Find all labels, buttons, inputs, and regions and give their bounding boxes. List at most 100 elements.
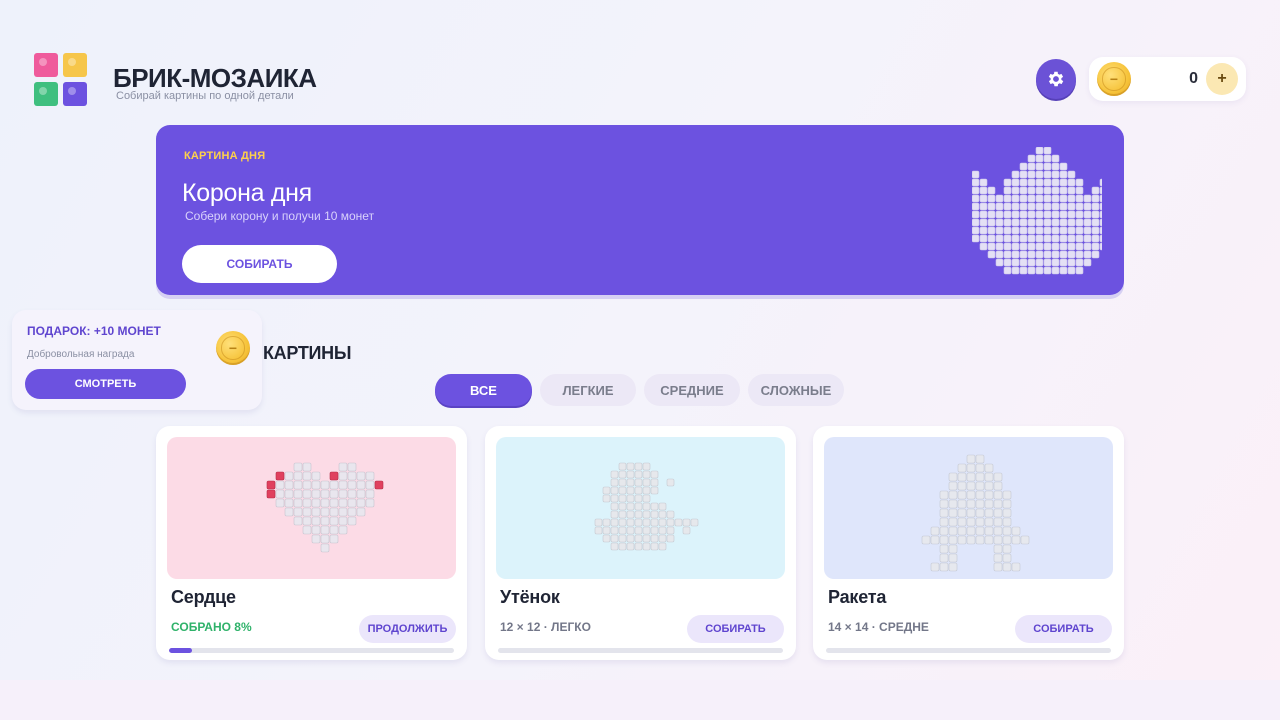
mosaic-brick (1091, 226, 1100, 235)
mosaic-brick (1051, 194, 1060, 203)
filter-easy[interactable]: ЛЕГКИЕ (540, 374, 636, 406)
mosaic-brick (618, 478, 627, 487)
mosaic-brick (987, 250, 996, 259)
card-meta: 12 × 12 · ЛЕГКО (500, 620, 591, 634)
mosaic-brick (666, 534, 675, 543)
mosaic-brick (329, 498, 339, 508)
mosaic-brick (266, 489, 276, 499)
mosaic-brick (602, 526, 611, 535)
mosaic-brick (948, 535, 958, 545)
mosaic-brick (1035, 234, 1044, 243)
mosaic-brick (1059, 162, 1068, 171)
mosaic-brick (1035, 154, 1044, 163)
mosaic-brick (1067, 178, 1076, 187)
mosaic-brick (966, 535, 976, 545)
mosaic-brick (634, 478, 643, 487)
mosaic-brick (993, 508, 1003, 518)
mosaic-brick (594, 518, 603, 527)
filter-medium[interactable]: СРЕДНИЕ (644, 374, 740, 406)
picture-card-rocket[interactable]: Ракета 14 × 14 · СРЕДНЕ СОБИРАТЬ (813, 426, 1124, 660)
mosaic-brick (1019, 186, 1028, 195)
mosaic-brick (1019, 170, 1028, 179)
mosaic-brick (948, 517, 958, 527)
mosaic-brick (1002, 526, 1012, 536)
mosaic-brick (1019, 258, 1028, 267)
mosaic-brick (979, 226, 988, 235)
mosaic-brick (1075, 218, 1084, 227)
mosaic-brick (1099, 234, 1102, 243)
picture-card-heart[interactable]: Сердце СОБРАНО 8% ПРОДОЛЖИТЬ (156, 426, 467, 660)
mosaic-brick (275, 471, 285, 481)
mosaic-brick (610, 510, 619, 519)
mosaic-brick (1051, 202, 1060, 211)
mosaic-brick (1051, 234, 1060, 243)
mosaic-brick (1035, 162, 1044, 171)
mosaic-brick (972, 210, 980, 219)
mosaic-brick (1035, 250, 1044, 259)
add-coins-button[interactable]: + (1206, 63, 1238, 95)
collect-button[interactable]: СОБИРАТЬ (1015, 615, 1112, 643)
section-title: КАРТИНЫ (263, 343, 352, 363)
mosaic-brick (979, 178, 988, 187)
mosaic-brick (1002, 535, 1012, 545)
mosaic-brick (939, 544, 949, 554)
mosaic-brick (979, 242, 988, 251)
mosaic-brick (302, 516, 312, 526)
mosaic-brick (302, 498, 312, 508)
mosaic-brick (1059, 258, 1068, 267)
mosaic-brick (1027, 218, 1036, 227)
mosaic-brick (347, 471, 357, 481)
mosaic-brick (1003, 194, 1012, 203)
continue-button[interactable]: ПРОДОЛЖИТЬ (359, 615, 456, 643)
mosaic-brick (347, 462, 357, 472)
mosaic-brick (1011, 234, 1020, 243)
footer-strip (0, 680, 1280, 720)
mosaic-brick (1075, 186, 1084, 195)
picture-card-duck[interactable]: Утёнок 12 × 12 · ЛЕГКО СОБИРАТЬ (485, 426, 796, 660)
mosaic-brick (1027, 258, 1036, 267)
mosaic-brick (634, 462, 643, 471)
mosaic-brick (1011, 186, 1020, 195)
mosaic-brick (966, 481, 976, 491)
mosaic-brick (975, 454, 985, 464)
settings-button[interactable] (1036, 59, 1076, 99)
mosaic-brick (356, 498, 366, 508)
mosaic-brick (984, 499, 994, 509)
mosaic-brick (626, 494, 635, 503)
mosaic-brick (329, 480, 339, 490)
mosaic-brick (682, 526, 691, 535)
card-preview (496, 437, 785, 579)
mosaic-brick (1059, 194, 1068, 203)
mosaic-brick (1083, 210, 1092, 219)
mosaic-brick (1035, 218, 1044, 227)
mosaic-brick (984, 526, 994, 536)
mosaic-brick (972, 202, 980, 211)
mosaic-brick (1051, 162, 1060, 171)
mosaic-brick (338, 525, 348, 535)
mosaic-brick (634, 526, 643, 535)
mosaic-brick (972, 226, 980, 235)
mosaic-brick (966, 463, 976, 473)
mosaic-brick (302, 480, 312, 490)
filter-all[interactable]: ВСЕ (435, 374, 532, 406)
mosaic-brick (984, 517, 994, 527)
mosaic-brick (618, 534, 627, 543)
mosaic-brick (957, 481, 967, 491)
mosaic-brick (993, 562, 1003, 572)
mosaic-brick (1067, 266, 1076, 275)
mosaic-brick (1035, 258, 1044, 267)
collect-button[interactable]: СОБИРАТЬ (687, 615, 784, 643)
mosaic-brick (984, 463, 994, 473)
mosaic-brick (650, 510, 659, 519)
mosaic-brick (993, 535, 1003, 545)
mosaic-brick (1067, 194, 1076, 203)
banner-collect-button[interactable]: СОБИРАТЬ (182, 245, 337, 283)
mosaic-brick (1027, 250, 1036, 259)
mosaic-brick (987, 210, 996, 219)
watch-ad-button[interactable]: СМОТРЕТЬ (25, 369, 186, 399)
mosaic-brick (302, 507, 312, 517)
filter-hard[interactable]: СЛОЖНЫЕ (748, 374, 844, 406)
mosaic-brick (1019, 234, 1028, 243)
mosaic-brick (634, 494, 643, 503)
mosaic-brick (634, 510, 643, 519)
